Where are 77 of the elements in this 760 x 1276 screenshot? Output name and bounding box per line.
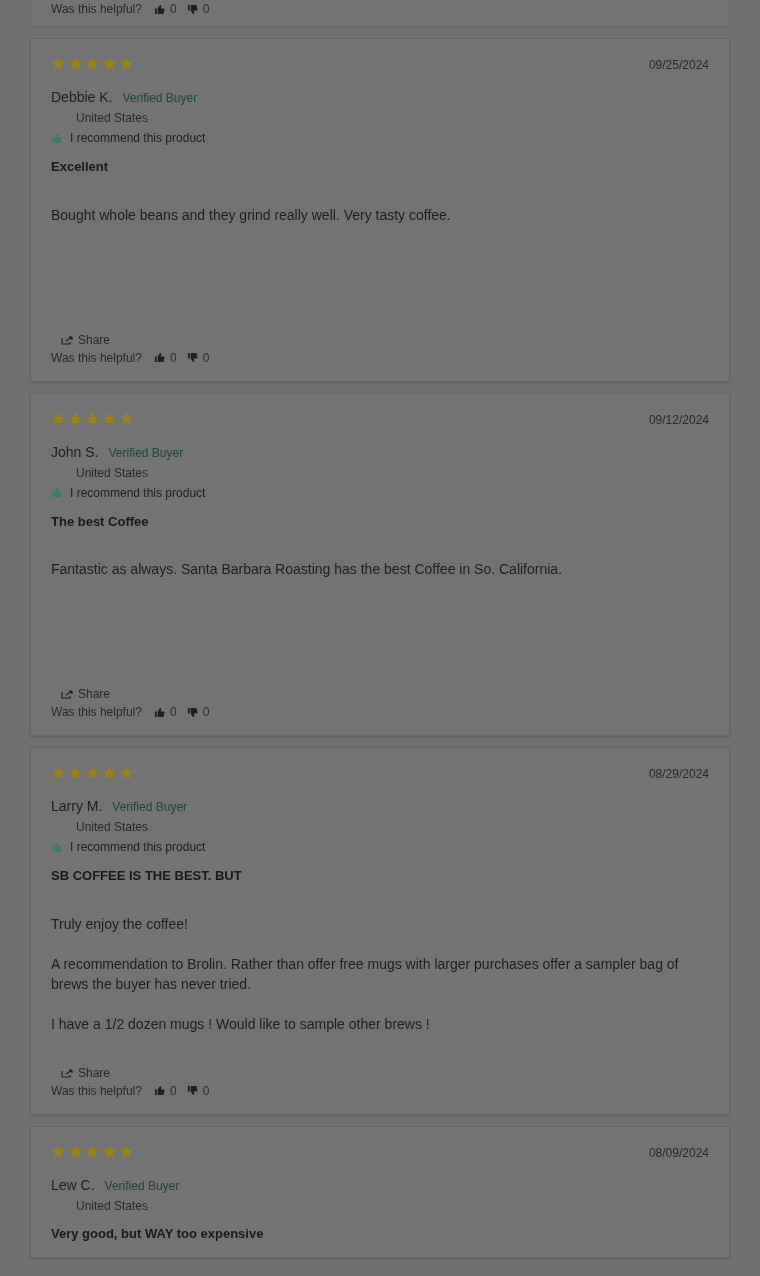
- review-text: A recommendation to Brolin. Rather than offer free mugs with larger purchases offer a sampler bag of brews the buyer has never tried.: [51, 954, 680, 994]
- reviewer-name: Lew C.: [51, 1175, 95, 1195]
- star-icon: [68, 765, 83, 780]
- review-date: 09/12/2024: [648, 411, 709, 429]
- share-icon: [61, 334, 73, 345]
- reviewer-country: United States: [76, 110, 150, 126]
- thumbs-up-icon: [51, 487, 62, 498]
- reviewer-country: United States: [76, 464, 150, 481]
- verified-buyer-label: Verified Buyer: [108, 444, 184, 462]
- thumbs-down-icon: [186, 3, 198, 15]
- star-icon: [85, 1143, 100, 1159]
- helpful-no-button[interactable]: 0: [186, 703, 210, 721]
- thumbs-up-icon: [153, 3, 165, 15]
- star-icon: [102, 1143, 117, 1159]
- share-icon: [61, 689, 73, 699]
- star-icon: [68, 410, 83, 426]
- helpful-label: Was this helpful?: [51, 349, 142, 367]
- review-text: I have a 1/2 dozen mugs ! Would like to sample other brews !: [51, 1014, 431, 1034]
- helpful-no-button[interactable]: 0: [186, 348, 210, 367]
- share-button[interactable]: Share: [61, 330, 111, 349]
- review-date: 08/09/2024: [648, 1144, 709, 1162]
- reviewer-country: United States: [76, 1197, 150, 1214]
- helpful-no-button[interactable]: 0: [186, 0, 210, 18]
- thumbs-up-icon: [51, 841, 62, 853]
- recommend-text: I recommend this product: [70, 130, 206, 147]
- star-icon: [85, 56, 100, 71]
- review-title: The best Coffee: [51, 512, 150, 531]
- thumbs-down-icon: [186, 352, 198, 363]
- helpful-label: Was this helpful?: [51, 1, 142, 18]
- star-icon: [102, 765, 117, 780]
- helpful-yes-button[interactable]: 0: [153, 348, 177, 367]
- reviewer-country: United States: [76, 819, 150, 835]
- star-icon: [51, 765, 66, 780]
- review-text: Truly enjoy the coffee!: [51, 914, 189, 934]
- review-title: SB COFFEE IS THE BEST. BUT: [51, 867, 243, 885]
- review-date: 08/29/2024: [648, 766, 709, 783]
- helpful-label: Was this helpful?: [51, 704, 142, 721]
- star-icon: [51, 56, 66, 71]
- star-icon: [102, 410, 117, 426]
- star-icon: [85, 410, 100, 426]
- star-icon: [119, 56, 134, 71]
- thumbs-up-icon: [153, 706, 165, 718]
- review-title: Very good, but WAY too expensive: [51, 1224, 265, 1243]
- helpful-yes-button[interactable]: 0: [153, 703, 177, 721]
- thumbs-up-icon: [153, 1085, 165, 1096]
- star-icon: [119, 765, 134, 780]
- star-icon: [102, 56, 117, 71]
- recommend-text: I recommend this product: [70, 839, 206, 856]
- star-icon: [68, 1143, 83, 1159]
- star-icon: [119, 1143, 134, 1159]
- share-button[interactable]: Share: [61, 685, 111, 703]
- star-icon: [85, 765, 100, 780]
- share-icon: [61, 1067, 73, 1078]
- reviewer-name: John S.: [51, 442, 99, 462]
- review-title: Excellent: [51, 158, 110, 176]
- star-icon: [119, 410, 134, 426]
- star-icon: [51, 410, 66, 426]
- verified-buyer-label: Verified Buyer: [104, 1177, 180, 1195]
- verified-buyer-label: Verified Buyer: [112, 799, 188, 816]
- recommend-text: I recommend this product: [70, 484, 206, 502]
- helpful-no-button[interactable]: 0: [186, 1081, 210, 1100]
- helpful-label: Was this helpful?: [51, 1082, 142, 1100]
- reviewer-name: Larry M.: [51, 797, 103, 816]
- helpful-yes-button[interactable]: 0: [153, 1081, 177, 1100]
- thumbs-up-icon: [51, 132, 62, 144]
- verified-buyer-label: Verified Buyer: [122, 90, 198, 107]
- share-button[interactable]: Share: [61, 1063, 111, 1082]
- star-icon: [68, 56, 83, 71]
- helpful-yes-button[interactable]: 0: [153, 0, 177, 18]
- reviewer-name: Debbie K.: [51, 88, 113, 107]
- star-icon: [51, 1143, 66, 1159]
- thumbs-down-icon: [186, 1085, 198, 1096]
- review-text: Fantastic as always. Santa Barbara Roasting has the best Coffee in So. California.: [51, 560, 564, 579]
- thumbs-down-icon: [186, 706, 198, 718]
- review-date: 09/25/2024: [648, 57, 709, 74]
- review-text: Bought whole beans and they grind really well. Very tasty coffee.: [51, 205, 452, 225]
- thumbs-up-icon: [153, 352, 165, 363]
